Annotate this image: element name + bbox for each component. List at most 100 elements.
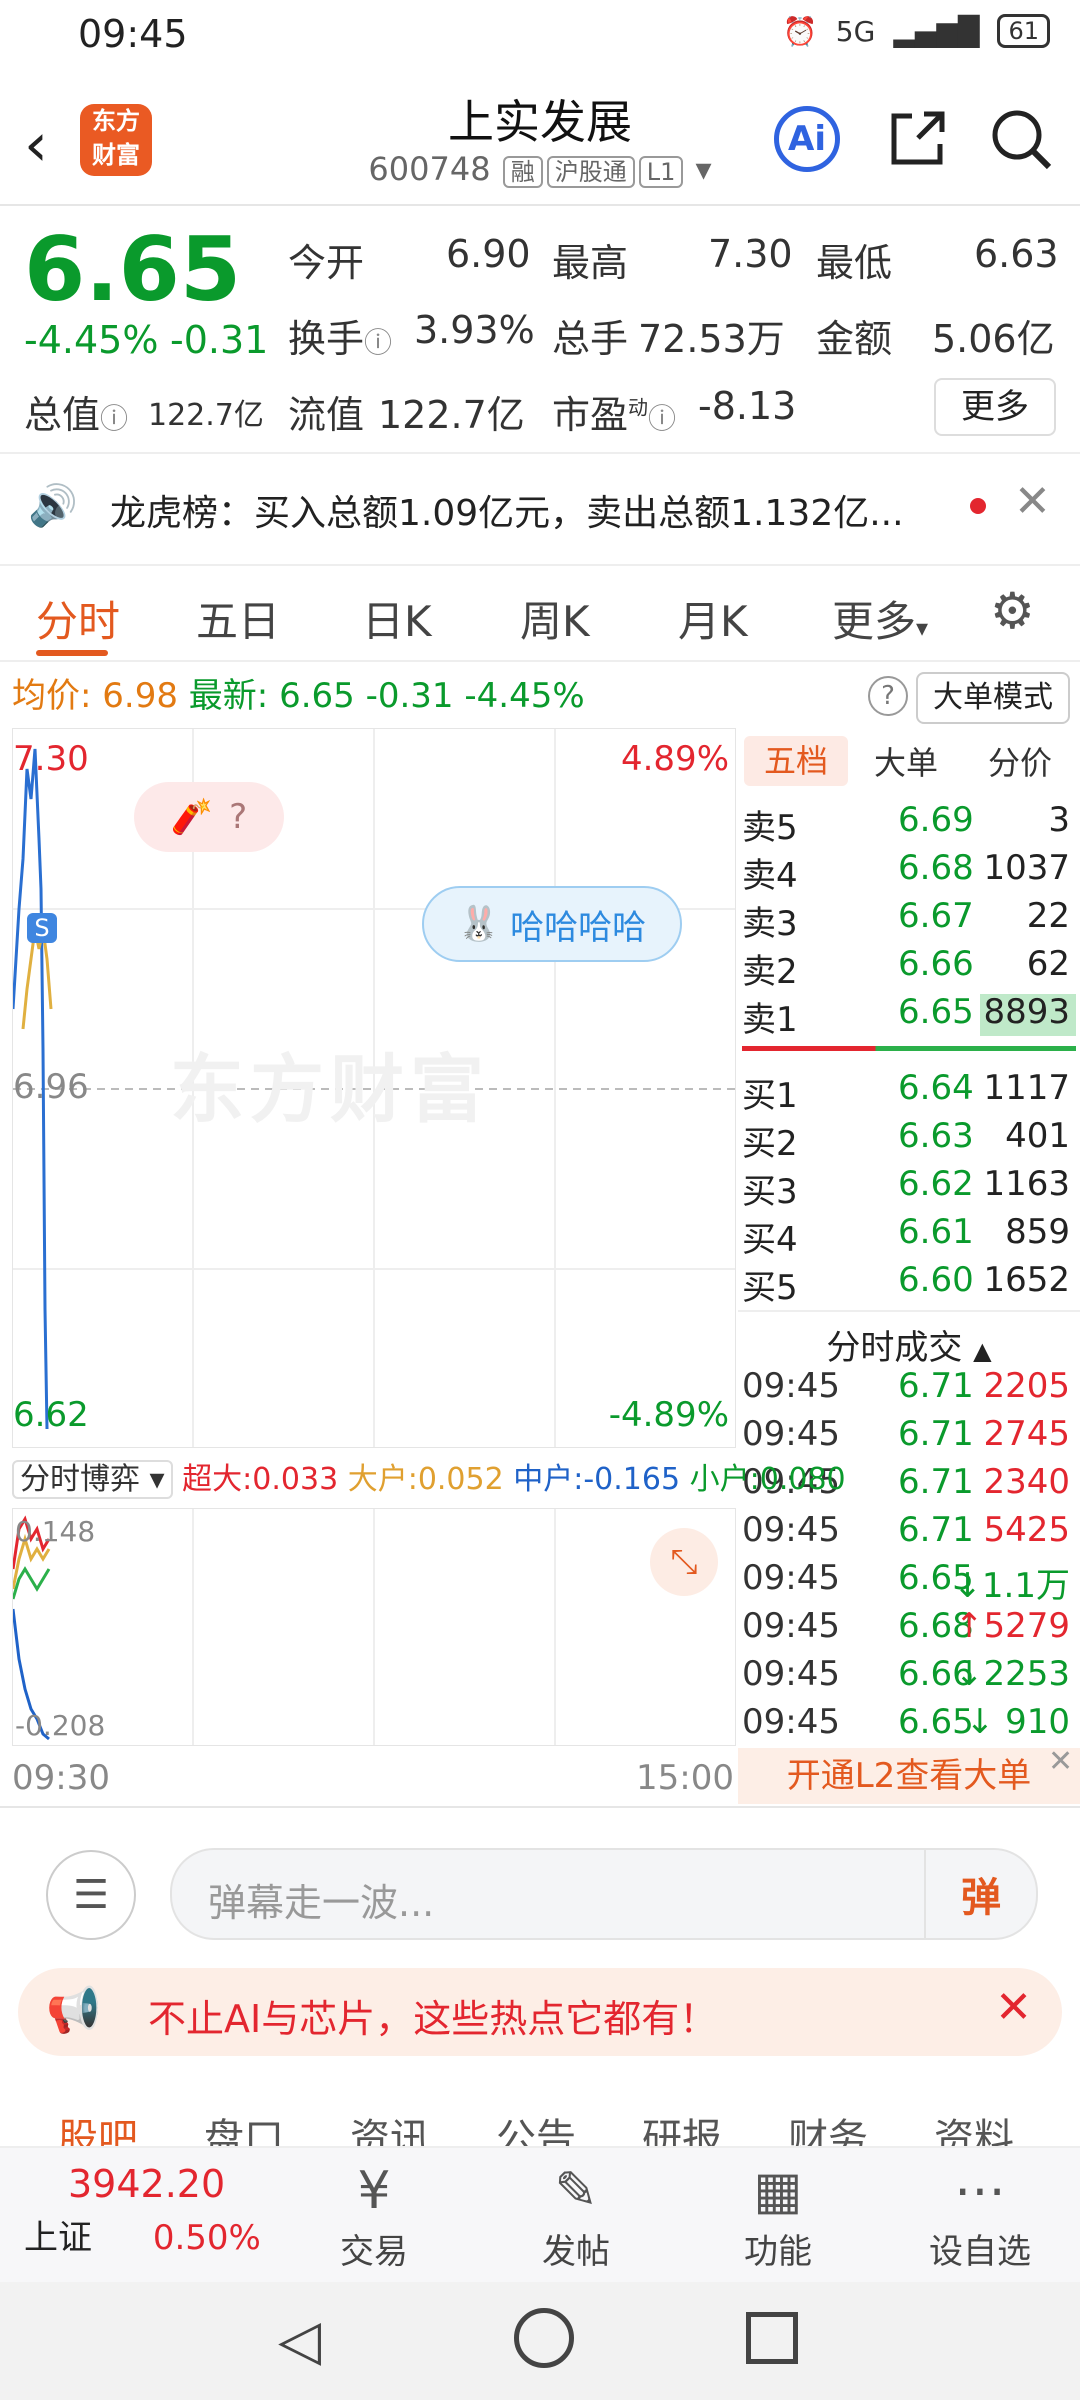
help-icon[interactable]: ? [868, 676, 908, 716]
expand-icon[interactable]: ⤡ [650, 1528, 718, 1596]
event-bubble[interactable]: 🧨 ? [134, 782, 284, 852]
watermark: 东方财富 [170, 1047, 490, 1133]
capital-flow-chart[interactable]: 0.148 -0.208 [12, 1508, 736, 1746]
tab-big-orders[interactable]: 大单 [874, 738, 938, 784]
pct-bottom-label: -4.89% [608, 1395, 729, 1435]
ask-row[interactable]: 卖1 6.65 8893 [738, 992, 1080, 1040]
tab-five-day[interactable]: 五日 [196, 588, 280, 649]
bid-row[interactable]: 买3 6.62 1163 [738, 1164, 1080, 1212]
bid-row[interactable]: 买5 6.60 1652 [738, 1260, 1080, 1308]
tab-monthly-k[interactable]: 月K [678, 588, 748, 649]
close-icon[interactable]: ✕ [995, 1982, 1032, 2033]
alarm-icon: ⏰ [782, 14, 818, 48]
notice-bar[interactable]: 🔊 龙虎榜：买入总额1.09亿元，卖出总额1.132亿... ✕ [0, 452, 1080, 566]
flow-mode-select[interactable]: 分时博弈 ▾ [12, 1460, 173, 1499]
stock-header: ‹ 东方 财富 上实发展 600748 融沪股通 L1 ▾ Ai [0, 80, 1080, 200]
turnover-value: 3.93% [414, 308, 535, 352]
amount-label: 金额 [816, 317, 893, 361]
system-nav-bar: ◁ [0, 2282, 1080, 2400]
active-tab-indicator [36, 650, 108, 656]
search-icon[interactable] [984, 102, 1058, 176]
status-bar: 09:45 ⏰ 5G ▂▄▆█ 61 [0, 0, 1080, 70]
index-value: 3942.20 [68, 2162, 226, 2206]
pe-value: -8.13 [698, 384, 797, 428]
tab-price-dist[interactable]: 分价 [988, 738, 1052, 784]
nav-recents-icon[interactable] [746, 2312, 798, 2364]
turnover-label: 换手ⓘ [288, 317, 393, 361]
big-order-mode-button[interactable]: 大单模式 [916, 672, 1070, 724]
nav-back-icon[interactable]: ◁ [278, 2308, 321, 2373]
bid-row[interactable]: 买2 6.63 401 [738, 1116, 1080, 1164]
ask-row[interactable]: 卖3 6.67 22 [738, 896, 1080, 944]
float-cap-value: 122.7亿 [378, 393, 525, 437]
danmu-input[interactable]: 弹幕走一波... 弹 [170, 1848, 1038, 1940]
trade-button[interactable]: ¥ 交易 [304, 2158, 444, 2273]
close-icon[interactable]: ✕ [1014, 476, 1051, 527]
time-axis-start: 09:30 [12, 1758, 110, 1798]
flow-y-top-label: 0.148 [15, 1515, 96, 1548]
avg-line-info: 均价: 6.98 最新: 6.65 -0.31 -4.45% [12, 676, 585, 716]
ticks-title[interactable]: 分时成交 ▲ [738, 1310, 1080, 1369]
change-percent: -4.45% [24, 318, 159, 362]
total-cap-value: 122.7亿 [148, 398, 264, 433]
tab-finance[interactable]: 财务 [788, 2106, 868, 2146]
float-cap-label: 流值 [288, 393, 365, 437]
index-change: 0.50% [152, 2218, 261, 2258]
ai-button[interactable]: Ai [770, 102, 844, 176]
ask-row[interactable]: 卖5 6.69 3 [738, 800, 1080, 848]
ask-row[interactable]: 卖2 6.66 62 [738, 944, 1080, 992]
bid-row[interactable]: 买1 6.64 1117 [738, 1068, 1080, 1116]
bid-row[interactable]: 买4 6.61 859 [738, 1212, 1080, 1260]
tag-connect: 沪股通 [546, 156, 635, 188]
tick-row: 09:45 6.65 ↓ 910 [742, 1702, 1070, 1742]
functions-button[interactable]: ▦ 功能 [708, 2158, 848, 2273]
network-label: 5G [835, 14, 876, 48]
tab-intraday[interactable]: 分时 [36, 588, 120, 649]
tab-orderbook[interactable]: 盘口 [204, 2106, 284, 2146]
capital-flow-bar: 分时博弈 ▾ 超大:0.033 大户:0.052 中户:-0.165 小户:0.… [12, 1454, 846, 1504]
volume-value: 72.53万 [638, 317, 785, 361]
high-label: 最高 [552, 241, 629, 285]
tab-daily-k[interactable]: 日K [362, 588, 432, 649]
tab-profile[interactable]: 资料 [934, 2106, 1014, 2146]
danmu-settings-icon[interactable]: ☰ [46, 1850, 136, 1940]
order-book-tabs: 五档 大单 分价 [738, 728, 1080, 798]
comment-bubble[interactable]: 🐰 哈哈哈哈 [422, 886, 682, 962]
edit-icon: ✎ [554, 2161, 598, 2221]
danmu-toggle-button[interactable]: 弹 [924, 1850, 1036, 1938]
sell-marker-icon[interactable]: S [27, 913, 57, 943]
tab-more[interactable]: 更多▾ [832, 588, 928, 649]
post-button[interactable]: ✎ 发帖 [506, 2158, 646, 2273]
tag-level: L1 [638, 156, 684, 188]
promo-banner[interactable]: 📢 不止AI与芯片，这些热点它都有！ ✕ [18, 1968, 1062, 2056]
tab-announcements[interactable]: 公告 [496, 2106, 576, 2146]
tab-news[interactable]: 资讯 [350, 2106, 430, 2146]
tab-weekly-k[interactable]: 周K [520, 588, 590, 649]
yuan-icon: ¥ [357, 2161, 391, 2221]
status-time: 09:45 [78, 12, 188, 56]
settings-icon[interactable]: ⚙ [990, 582, 1035, 640]
y-axis-bottom-label: 6.62 [13, 1395, 89, 1435]
tab-five-levels[interactable]: 五档 [744, 736, 848, 786]
ai-icon: Ai [774, 106, 840, 172]
share-icon[interactable] [880, 102, 954, 176]
l2-upgrade-banner[interactable]: 开通L2查看大单 [738, 1748, 1080, 1804]
total-cap-label: 总值ⓘ [24, 393, 129, 437]
speaker-icon: 🔊 [28, 483, 78, 529]
grid-icon: ▦ [753, 2161, 803, 2221]
nav-home-icon[interactable] [514, 2308, 574, 2368]
bid-ask-ratio-bar [742, 1046, 1076, 1051]
tick-row: 09:45 6.71 5425 [742, 1510, 1070, 1550]
index-ticker[interactable]: 3942.20 上证 0.50% [24, 2162, 284, 2259]
more-circle-icon: ⋯ [954, 2161, 1006, 2221]
status-icons: ⏰ 5G ▂▄▆█ 61 [783, 14, 1050, 48]
ask-row[interactable]: 卖4 6.68 1037 [738, 848, 1080, 896]
add-watchlist-button[interactable]: ⋯ 设自选 [910, 2158, 1050, 2273]
tab-forum[interactable]: 股吧 [58, 2106, 138, 2146]
more-button[interactable]: 更多 [934, 378, 1056, 436]
tab-research[interactable]: 研报 [642, 2106, 722, 2146]
tick-row: 09:45 6.66 ↓2253 [742, 1654, 1070, 1694]
index-name: 上证 [24, 2218, 92, 2258]
tag-margin: 融 [502, 156, 543, 188]
close-icon[interactable]: ✕ [1048, 1744, 1073, 1779]
